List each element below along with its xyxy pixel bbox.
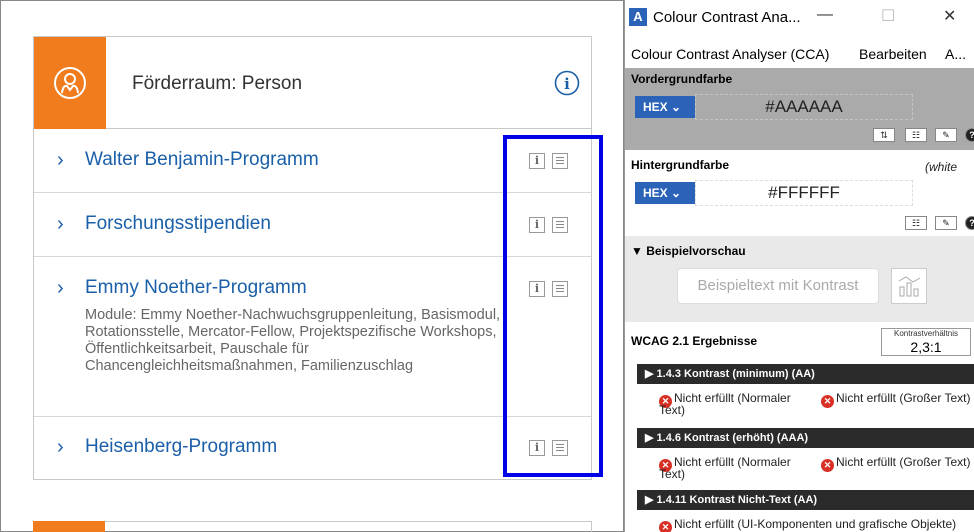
info-circle-icon: i [554,70,580,96]
preview-toggle[interactable]: ▼ Beispielvorschau [631,244,746,258]
minimize-icon[interactable]: — [817,6,833,24]
result-text: Nicht erfüllt (Großer Text) [836,391,971,405]
item-title-link[interactable]: Heisenberg-Programm [85,436,277,458]
cca-window: A Colour Contrast Ana... — ☐ ✕ Colour Co… [624,0,974,532]
criterion-1-4-11[interactable]: ▶ 1.4.11 Kontrast Nicht-Text (AA) [637,490,974,510]
background-hex-input[interactable]: #FFFFFF [695,180,913,206]
window-title: Colour Contrast Ana... [653,9,801,26]
result-large-text: ✕ Nicht erfüllt (Großer Text) [821,392,970,408]
menu-bar: Colour Contrast Analyser (CCA) Bearbeite… [625,38,974,68]
maximize-icon[interactable]: ☐ [881,6,895,26]
result-text: Nicht erfüllt (Normaler [674,455,791,469]
swap-icon[interactable]: ⇅ [873,128,895,142]
sliders-icon[interactable]: ☷ [905,128,927,142]
background-color-name: (white [925,160,958,174]
wcag-label: WCAG 2.1 Ergebnisse [631,334,758,348]
svg-text:i: i [564,75,570,93]
contrast-ratio-box: Kontrastverhältnis 2,3:1 [881,328,971,356]
chevron-right-icon: › [57,436,64,458]
cca-app-icon: A [629,8,647,26]
card-header: Förderraum: Person i [34,37,591,129]
website-panel: Förderraum: Person i › Walter Benjamin-P… [0,0,624,532]
page-title: Förderraum: Person [132,73,303,94]
sliders-icon[interactable]: ☷ [905,216,927,230]
fail-icon: ✕ [659,521,672,532]
item-modules-text: Module: Emmy Noether-Nachwuchsgruppenlei… [85,307,501,374]
result-large-text: ✕ Nicht erfüllt (Großer Text) [821,456,970,472]
chevron-right-icon: › [57,213,64,235]
item-title-link[interactable]: Forschungsstipendien [85,213,271,235]
result-text: Nicht erfüllt (Großer Text) [836,455,971,469]
result-ui-components: ✕ Nicht erfüllt (UI-Komponenten und grafi… [659,518,956,532]
background-label: Hintergrundfarbe [631,158,730,172]
chart-icon-button[interactable] [891,268,927,304]
help-icon[interactable]: ? [965,216,974,230]
highlight-frame [503,135,603,477]
criterion-1-4-3[interactable]: ▶ 1.4.3 Kontrast (minimum) (AA) [637,364,974,384]
criterion-1-4-6[interactable]: ▶ 1.4.6 Kontrast (erhöht) (AAA) [637,428,974,448]
foreground-hex-input[interactable]: #AAAAAA [695,94,913,120]
chevron-right-icon: › [57,149,64,171]
chart-icon [898,276,921,297]
fail-icon: ✕ [821,395,834,408]
format-label: HEX [643,100,668,114]
foreground-section: Vordergrundfarbe HEX ⌄ #AAAAAA ⇅ ☷ ✎ ? [625,68,974,150]
next-card [33,521,592,532]
result-text: Nicht erfüllt (Normaler [674,391,791,405]
menu-app[interactable]: Colour Contrast Analyser (CCA) [631,46,829,62]
foreground-format-select[interactable]: HEX ⌄ [635,96,695,118]
next-card-icon-box [33,521,105,532]
foreground-label: Vordergrundfarbe [631,72,733,86]
item-title-link[interactable]: Emmy Noether-Programm [85,277,307,299]
format-label: HEX [643,186,668,200]
ratio-value: 2,3:1 [910,339,942,355]
eyedropper-icon[interactable]: ✎ [935,216,957,230]
item-title-link[interactable]: Walter Benjamin-Programm [85,149,319,171]
help-icon[interactable]: ? [965,128,974,142]
menu-more[interactable]: A... [945,46,966,62]
title-bar: A Colour Contrast Ana... — ☐ ✕ [625,0,974,38]
result-normal-text-cont: Text) [659,403,686,417]
person-icon-box [34,37,106,129]
chevron-right-icon: › [57,277,64,299]
eyedropper-icon[interactable]: ✎ [935,128,957,142]
fail-icon: ✕ [821,459,834,472]
background-section: Hintergrundfarbe (white HEX ⌄ #FFFFFF ☷ … [625,150,974,236]
result-normal-text-cont: Text) [659,467,686,481]
wcag-section: WCAG 2.1 Ergebnisse Kontrastverhältnis 2… [625,322,974,532]
close-icon[interactable]: ✕ [943,6,956,26]
background-format-select[interactable]: HEX ⌄ [635,182,695,204]
preview-sample: Beispieltext mit Kontrast [677,268,879,304]
ratio-label: Kontrastverhältnis [893,329,959,338]
menu-edit[interactable]: Bearbeiten [859,46,927,62]
person-icon [54,67,86,99]
preview-section: ▼ Beispielvorschau Beispieltext mit Kont… [625,236,974,322]
info-button[interactable]: i [554,70,580,101]
result-text: Nicht erfüllt (UI-Komponenten und grafis… [674,517,957,531]
